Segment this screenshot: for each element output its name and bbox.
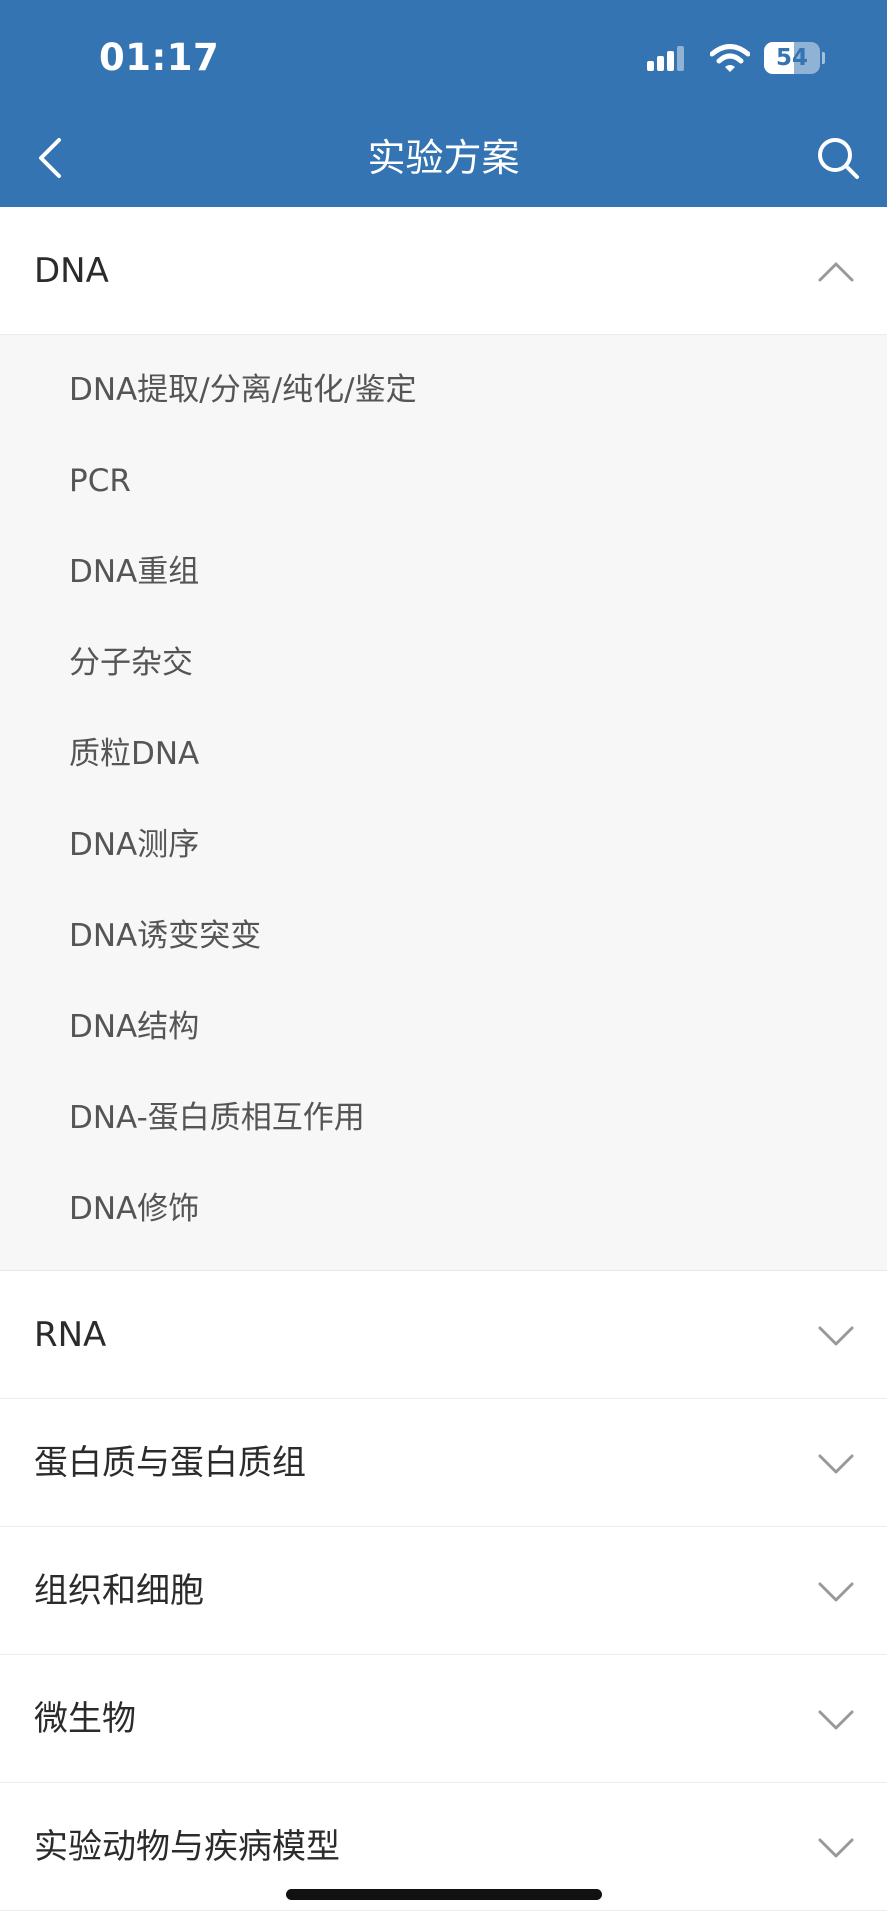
subcategory-item[interactable]: DNA提取/分离/纯化/鉴定 bbox=[0, 345, 887, 436]
chevron-down-icon bbox=[818, 1582, 854, 1602]
subcategory-item[interactable]: 分子杂交 bbox=[0, 618, 887, 709]
page-title: 实验方案 bbox=[367, 136, 520, 180]
subcategory-item[interactable]: PCR bbox=[0, 436, 887, 527]
search-button[interactable] bbox=[810, 130, 866, 186]
chevron-up-icon bbox=[818, 262, 854, 282]
wifi-icon bbox=[710, 44, 750, 72]
subcategory-item[interactable]: DNA-蛋白质相互作用 bbox=[0, 1073, 887, 1164]
subcategory-item[interactable]: DNA测序 bbox=[0, 800, 887, 891]
home-indicator bbox=[286, 1889, 602, 1900]
protocol-category-list: DNA DNA提取/分离/纯化/鉴定 PCR DNA重组 分子杂交 质粒DNA DNA测序 D… bbox=[0, 207, 887, 1911]
category-header[interactable]: 微生物 bbox=[0, 1655, 887, 1783]
subcategory-item[interactable]: 质粒DNA bbox=[0, 709, 887, 800]
search-icon bbox=[818, 138, 859, 179]
signal-icon bbox=[647, 46, 684, 71]
category-label: 微生物 bbox=[34, 1699, 136, 1739]
chevron-down-icon bbox=[818, 1326, 854, 1346]
category-label: 组织和细胞 bbox=[34, 1571, 204, 1611]
subcategory-list: DNA提取/分离/纯化/鉴定 PCR DNA重组 分子杂交 质粒DNA DNA测序 DNA诱… bbox=[0, 335, 887, 1271]
category-header[interactable]: DNA bbox=[0, 207, 887, 335]
battery-indicator: 54 bbox=[764, 42, 825, 74]
subcategory-item[interactable]: DNA修饰 bbox=[0, 1164, 887, 1255]
category-header[interactable]: 组织和细胞 bbox=[0, 1527, 887, 1655]
app-header: 01:17 54 实验方案 bbox=[0, 0, 887, 207]
chevron-down-icon bbox=[818, 1838, 854, 1858]
category-label: 蛋白质与蛋白质组 bbox=[34, 1443, 306, 1483]
battery-percent: 54 bbox=[775, 45, 808, 71]
subcategory-item[interactable]: DNA结构 bbox=[0, 982, 887, 1073]
category-header[interactable]: 蛋白质与蛋白质组 bbox=[0, 1399, 887, 1527]
chevron-down-icon bbox=[818, 1454, 854, 1474]
subcategory-item[interactable]: DNA诱变突变 bbox=[0, 891, 887, 982]
category-label: DNA bbox=[34, 251, 109, 291]
status-time: 01:17 bbox=[99, 36, 220, 79]
app-screen: 01:17 54 实验方案 DNA DNA提取/分离/纯化/鉴定 PCR DNA… bbox=[0, 0, 887, 1920]
category-label: RNA bbox=[34, 1315, 107, 1355]
chevron-down-icon bbox=[818, 1710, 854, 1730]
subcategory-item[interactable]: DNA重组 bbox=[0, 527, 887, 618]
category-header[interactable]: RNA bbox=[0, 1271, 887, 1399]
